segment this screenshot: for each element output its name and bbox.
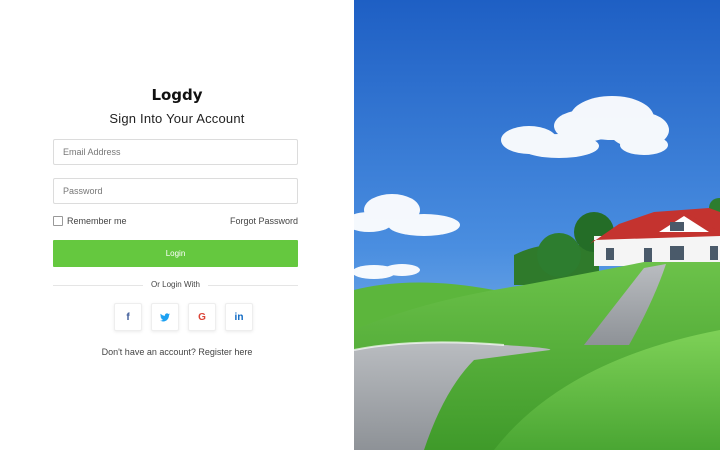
register-prompt: Don't have an account? Register here	[0, 347, 354, 357]
password-field[interactable]	[54, 179, 297, 203]
register-text: Don't have an account?	[101, 347, 196, 357]
email-field[interactable]	[54, 140, 297, 164]
linkedin-button[interactable]: in	[225, 303, 253, 331]
google-button[interactable]: G	[188, 303, 216, 331]
page-subtitle: Sign Into Your Account	[109, 111, 245, 126]
forgot-password-link[interactable]: Forgot Password	[230, 216, 298, 226]
twitter-button[interactable]	[151, 303, 179, 331]
google-icon: G	[198, 311, 206, 323]
facebook-button[interactable]: f	[114, 303, 142, 331]
landscape-illustration	[354, 0, 720, 450]
social-login-buttons: f G in	[114, 303, 253, 331]
hero-image	[354, 0, 720, 450]
twitter-icon	[160, 312, 170, 321]
divider-text: Or Login With	[151, 280, 200, 289]
remember-checkbox[interactable]	[53, 216, 63, 226]
password-field-container	[53, 178, 298, 204]
brand-logo: Logdy	[151, 86, 203, 104]
remember-me[interactable]: Remember me	[53, 216, 127, 226]
register-link[interactable]: Register here	[198, 347, 252, 357]
login-page: Logdy Sign Into Your Account Remember me…	[0, 0, 720, 450]
login-button[interactable]: Login	[53, 240, 298, 267]
linkedin-icon: in	[234, 311, 244, 323]
remember-label: Remember me	[67, 216, 127, 226]
email-field-container	[53, 139, 298, 165]
login-panel: Logdy Sign Into Your Account Remember me…	[0, 0, 354, 450]
or-divider: Or Login With	[53, 280, 298, 290]
facebook-icon: f	[126, 311, 130, 323]
